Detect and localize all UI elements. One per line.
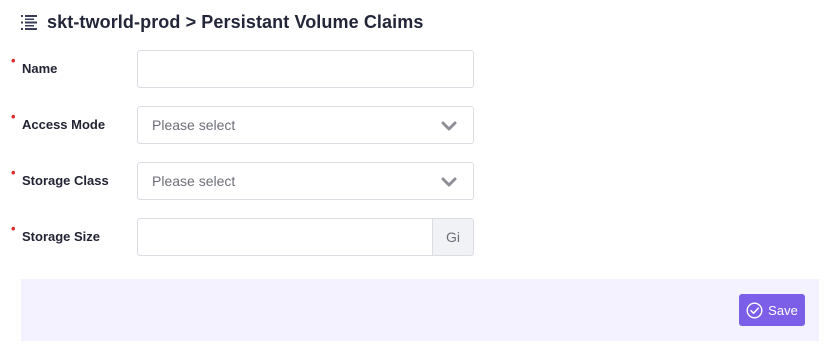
storage-class-select[interactable]: Please select	[137, 162, 474, 200]
save-label: Save	[768, 302, 798, 318]
page-title: skt-tworld-prod > Persistant Volume Clai…	[47, 11, 424, 32]
form-footer	[21, 279, 819, 341]
storage-class-placeholder: Please select	[152, 173, 236, 189]
required-marker: •	[11, 221, 16, 236]
storage-size-row: • Storage Size Gi	[0, 218, 831, 256]
required-marker: •	[11, 109, 16, 124]
storage-size-input[interactable]	[137, 218, 432, 256]
chevron-down-icon	[441, 119, 457, 131]
storage-size-label: Storage Size	[22, 229, 101, 244]
access-mode-row: • Access Mode Please select	[0, 106, 831, 144]
storage-class-label: Storage Class	[22, 173, 109, 188]
access-mode-select[interactable]: Please select	[137, 106, 474, 144]
required-marker: •	[11, 165, 16, 180]
page-header: skt-tworld-prod > Persistant Volume Clai…	[20, 9, 423, 35]
required-marker: •	[11, 53, 16, 68]
name-row: • Name	[0, 50, 831, 88]
storage-class-row: • Storage Class Please select	[0, 162, 831, 200]
check-circle-icon	[746, 301, 763, 319]
access-mode-placeholder: Please select	[152, 117, 236, 133]
save-button[interactable]: Save	[739, 294, 805, 326]
chevron-down-icon	[441, 175, 457, 187]
storage-size-group: Gi	[137, 218, 474, 256]
name-label: Name	[22, 61, 58, 76]
storage-size-unit: Gi	[432, 218, 474, 256]
access-mode-label: Access Mode	[22, 117, 106, 132]
list-icon	[20, 13, 38, 31]
name-input[interactable]	[137, 50, 474, 88]
